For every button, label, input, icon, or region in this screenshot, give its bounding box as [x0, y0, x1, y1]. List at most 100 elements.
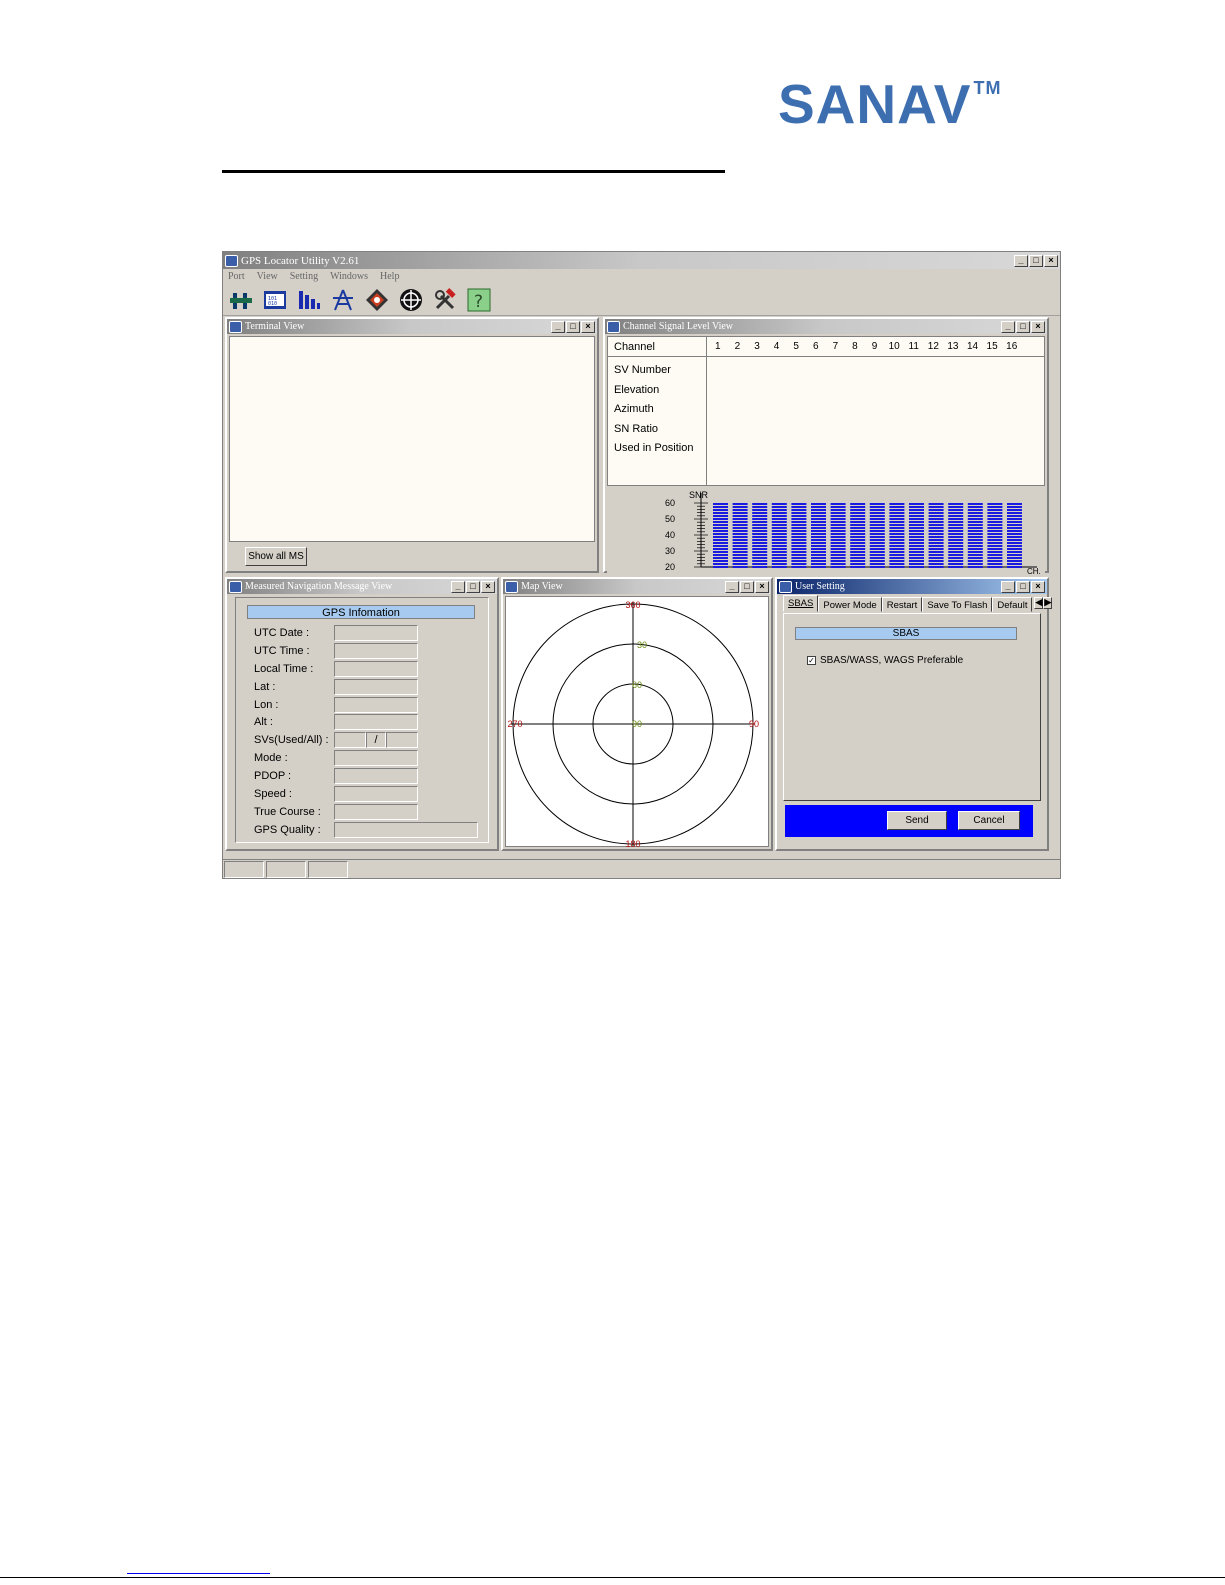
tab-sbas[interactable]: SBAS	[783, 595, 819, 612]
snr-bar-segment	[732, 506, 748, 508]
snr-bar-segment	[830, 509, 846, 511]
snr-bar-segment	[850, 551, 866, 553]
snr-bar-segment	[909, 530, 924, 532]
terminal-icon[interactable]: 101 010	[263, 288, 287, 312]
maximize-button[interactable]: □	[566, 320, 580, 333]
snr-bar-segment	[1007, 524, 1022, 526]
snr-bar-segment	[771, 560, 787, 562]
gps-field-label: UTC Time :	[254, 644, 310, 657]
sbas-header: SBAS	[795, 627, 1017, 640]
snr-bar-segment	[850, 524, 866, 526]
skyplot[interactable]: 360 90 180 270 30 60 90	[505, 596, 769, 849]
close-button[interactable]: ×	[581, 320, 595, 333]
snr-bar-segment	[830, 560, 846, 562]
snr-bar-segment	[811, 503, 826, 505]
menu-port[interactable]: Port	[228, 271, 245, 282]
tab-power-mode[interactable]: Power Mode	[818, 597, 882, 612]
menu-setting[interactable]: Setting	[290, 271, 318, 282]
minimize-button[interactable]: _	[451, 580, 465, 593]
snr-bar-segment	[967, 521, 983, 523]
snr-bar-segment	[869, 512, 885, 514]
close-button[interactable]: ×	[755, 580, 769, 593]
signal-level-icon[interactable]	[297, 288, 321, 312]
nav-titlebar[interactable]: Measured Navigation Message View _ □ ×	[227, 579, 497, 594]
tab-default[interactable]: Default	[992, 597, 1033, 612]
minimize-button[interactable]: _	[725, 580, 739, 593]
snr-bar-segment	[771, 551, 787, 553]
maximize-button[interactable]: □	[466, 580, 480, 593]
terminal-titlebar[interactable]: Terminal View _ □ ×	[227, 319, 597, 334]
snr-bar-segment	[791, 557, 807, 559]
user-setting-titlebar[interactable]: User Setting _ □ ×	[777, 579, 1047, 594]
menu-view[interactable]: View	[257, 271, 278, 282]
snr-bar-segment	[987, 524, 1003, 526]
menu-windows[interactable]: Windows	[330, 271, 368, 282]
tools-icon[interactable]	[433, 287, 457, 312]
snr-bar-segment	[869, 506, 885, 508]
minimize-button[interactable]: _	[1001, 320, 1015, 333]
close-button[interactable]: ×	[1031, 580, 1045, 593]
tab-scroll-right-icon[interactable]: ▶	[1043, 597, 1053, 609]
snr-bar-segment	[948, 554, 964, 556]
snr-bar-segment	[928, 563, 944, 565]
navigation-icon[interactable]	[331, 288, 355, 312]
snr-bar-segment	[928, 554, 944, 556]
maximize-button[interactable]: □	[740, 580, 754, 593]
snr-bar-segment	[948, 518, 964, 520]
close-button[interactable]: ×	[1031, 320, 1045, 333]
help-icon[interactable]: ?	[467, 288, 491, 312]
channel-number: 13	[947, 341, 959, 352]
snr-bar-segment	[948, 530, 964, 532]
footer-link[interactable]	[127, 1573, 270, 1574]
snr-bar-segment	[948, 524, 964, 526]
maximize-button[interactable]: □	[1016, 580, 1030, 593]
snr-bar-segment	[987, 506, 1003, 508]
terminal-output[interactable]	[229, 336, 595, 542]
channel-header-row: Channel 1 2 3 4 5 6 7 8 9 10 11 12 13 14 15 16	[608, 337, 1044, 357]
maximize-button[interactable]: □	[1016, 320, 1030, 333]
snr-bar-segment	[713, 527, 728, 529]
cancel-button[interactable]: Cancel	[958, 811, 1020, 830]
status-pane-2	[266, 861, 306, 878]
snr-bar-segment	[967, 518, 983, 520]
snr-bar-segment	[987, 551, 1003, 553]
minimize-button[interactable]: _	[551, 320, 565, 333]
snr-bar-segment	[909, 509, 924, 511]
map-titlebar[interactable]: Map View _ □ ×	[503, 579, 771, 594]
tab-scroll-left-icon[interactable]: ◀	[1034, 597, 1044, 609]
gps-field-label: SVs(Used/All) :	[254, 734, 329, 747]
sbas-checkbox-row[interactable]: ✓ SBAS/WASS, WAGS Preferable	[807, 655, 963, 666]
snr-bar-segment	[830, 524, 846, 526]
snr-bar-segment	[909, 533, 924, 535]
app-titlebar[interactable]: GPS Locator Utility V2.61 _ □ ×	[223, 252, 1060, 269]
minimize-button[interactable]: _	[1014, 254, 1028, 267]
snr-bar-segment	[830, 545, 846, 547]
menu-bar: Port View Setting Windows Help	[223, 269, 1060, 284]
target-icon[interactable]	[399, 288, 423, 312]
close-button[interactable]: ×	[1044, 254, 1058, 267]
close-button[interactable]: ×	[481, 580, 495, 593]
map-icon[interactable]	[365, 288, 389, 312]
show-all-ms-button[interactable]: Show all MS	[245, 547, 307, 566]
snr-bar-segment	[987, 503, 1003, 505]
sbas-checkbox[interactable]: ✓	[807, 656, 816, 665]
snr-bar-segment	[713, 563, 728, 565]
maximize-button[interactable]: □	[1029, 254, 1043, 267]
snr-bar-segment	[811, 533, 826, 535]
tab-save-to-flash[interactable]: Save To Flash	[922, 597, 993, 612]
minimize-button[interactable]: _	[1001, 580, 1015, 593]
snr-bar-segment	[889, 560, 905, 562]
snr-bar-segment	[967, 527, 983, 529]
snr-bar-segment	[732, 542, 748, 544]
gps-field-value	[334, 642, 418, 659]
snr-bar-segment	[752, 524, 768, 526]
gps-field-label: Local Time :	[254, 662, 314, 675]
gps-field-label: Lat :	[254, 680, 276, 693]
snr-bar-segment	[791, 536, 807, 538]
menu-help[interactable]: Help	[380, 271, 399, 282]
snr-bar-segment	[732, 524, 748, 526]
send-button[interactable]: Send	[887, 811, 947, 830]
channel-titlebar[interactable]: Channel Signal Level View _ □ ×	[605, 319, 1047, 334]
tab-restart[interactable]: Restart	[881, 597, 923, 612]
port-icon[interactable]	[229, 288, 253, 312]
